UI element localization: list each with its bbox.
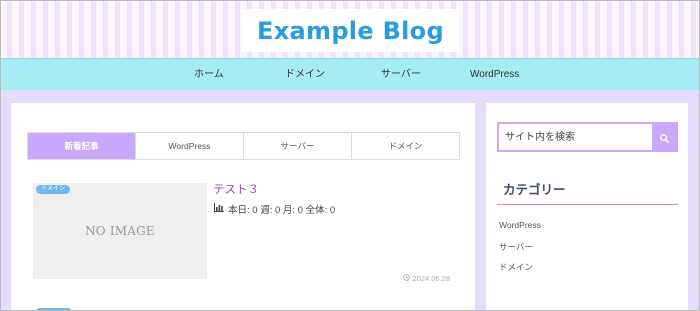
nav-item-wordpress[interactable]: WordPress: [470, 59, 519, 90]
search-form: [497, 122, 678, 152]
site-title[interactable]: Example Blog: [257, 17, 444, 45]
category-list: WordPress サーバー ドメイン: [499, 220, 541, 282]
clock-icon: [403, 274, 411, 283]
post-tabs: 新着記事 WordPress サーバー ドメイン: [27, 132, 460, 160]
nav-item-server[interactable]: サーバー: [381, 59, 421, 90]
nav-item-home[interactable]: ホーム: [194, 59, 224, 90]
bar-chart-icon: [214, 203, 224, 215]
category-link-wordpress[interactable]: WordPress: [499, 220, 541, 241]
post-card[interactable]: NO IMAGE ドメイン テスト３ 本日: 0 週: 0 月: 0 全体: 0: [33, 183, 453, 283]
tab-domain[interactable]: ドメイン: [351, 133, 459, 159]
site-logo[interactable]: Example Blog: [242, 9, 459, 52]
post-stats: 本日: 0 週: 0 月: 0 全体: 0: [214, 202, 335, 216]
search-input[interactable]: [499, 124, 653, 150]
category-link-domain[interactable]: ドメイン: [499, 261, 541, 282]
search-icon: [659, 128, 669, 147]
category-link-server[interactable]: サーバー: [499, 241, 541, 262]
post-thumbnail[interactable]: NO IMAGE ドメイン: [33, 183, 207, 279]
tab-new-posts[interactable]: 新着記事: [28, 133, 135, 159]
heading-divider: [497, 204, 678, 205]
post-date: 2024.06.28: [403, 274, 450, 283]
global-nav: ホーム ドメイン サーバー WordPress: [0, 58, 700, 90]
sidebar: カテゴリー WordPress サーバー ドメイン: [486, 103, 688, 311]
post-title[interactable]: テスト３: [213, 181, 259, 197]
tab-wordpress[interactable]: WordPress: [135, 133, 243, 159]
thumbnail-placeholder-text: NO IMAGE: [85, 224, 155, 238]
site-header: Example Blog: [0, 0, 700, 58]
search-button[interactable]: [652, 124, 676, 150]
nav-item-domain[interactable]: ドメイン: [285, 59, 325, 90]
post-stats-text: 本日: 0 週: 0 月: 0 全体: 0: [228, 205, 336, 216]
post-date-text: 2024.06.28: [412, 274, 450, 283]
main-content: 新着記事 WordPress サーバー ドメイン NO IMAGE ドメイン テ…: [11, 103, 475, 311]
tab-server[interactable]: サーバー: [243, 133, 351, 159]
category-badge[interactable]: ドメイン: [36, 185, 71, 194]
category-heading: カテゴリー: [503, 183, 566, 197]
